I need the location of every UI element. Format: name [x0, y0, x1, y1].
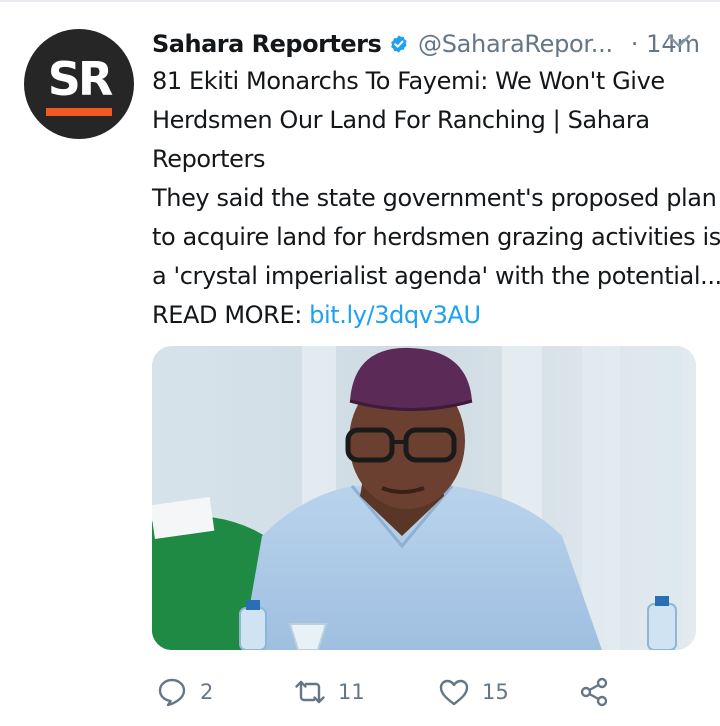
like-button[interactable]: 15 [438, 672, 509, 712]
tweet-header: Sahara Reporters @SaharaRepor... · 14m [152, 24, 700, 64]
chevron-down-icon[interactable] [666, 32, 692, 50]
reply-count: 2 [200, 680, 214, 704]
reply-button[interactable]: 2 [156, 672, 213, 712]
avatar[interactable]: SR [24, 29, 134, 139]
share-button[interactable] [578, 672, 610, 712]
author-name[interactable]: Sahara Reporters [152, 30, 382, 58]
retweet-icon [295, 680, 325, 704]
author-handle[interactable]: @SaharaRepor... [418, 30, 613, 58]
like-count: 15 [482, 680, 509, 704]
top-divider [0, 0, 720, 2]
time-separator: · [630, 30, 639, 58]
retweet-button[interactable]: 11 [294, 672, 365, 712]
read-more-label: READ MORE: [152, 301, 310, 329]
avatar-logo-text: SR [47, 52, 114, 106]
like-icon [439, 679, 469, 706]
share-icon [580, 677, 608, 707]
verified-badge-icon [391, 35, 407, 53]
tweet-link[interactable]: bit.ly/3dqv3AU [309, 301, 481, 329]
body-line: to acquire land for herdsmen grazing act… [152, 223, 720, 251]
title-line: Reporters [152, 145, 266, 173]
tweet-text: 81 Ekiti Monarchs To Fayemi: We Won't Gi… [152, 62, 720, 335]
body-line: a 'crystal imperialist agenda' with the … [152, 262, 720, 290]
retweet-count: 11 [338, 680, 365, 704]
reply-icon [158, 678, 186, 707]
tweet-photo[interactable] [152, 346, 696, 650]
avatar-logo-bar [46, 108, 112, 116]
title-line: 81 Ekiti Monarchs To Fayemi: We Won't Gi… [152, 67, 665, 95]
body-line: They said the state government's propose… [152, 184, 717, 212]
tweet-actions: 2 11 15 [152, 672, 700, 712]
photo-illustration [152, 346, 696, 650]
title-line: Herdsmen Our Land For Ranching | Sahara [152, 106, 650, 134]
read-more-line: READ MORE: bit.ly/3dqv3AU [152, 296, 708, 335]
